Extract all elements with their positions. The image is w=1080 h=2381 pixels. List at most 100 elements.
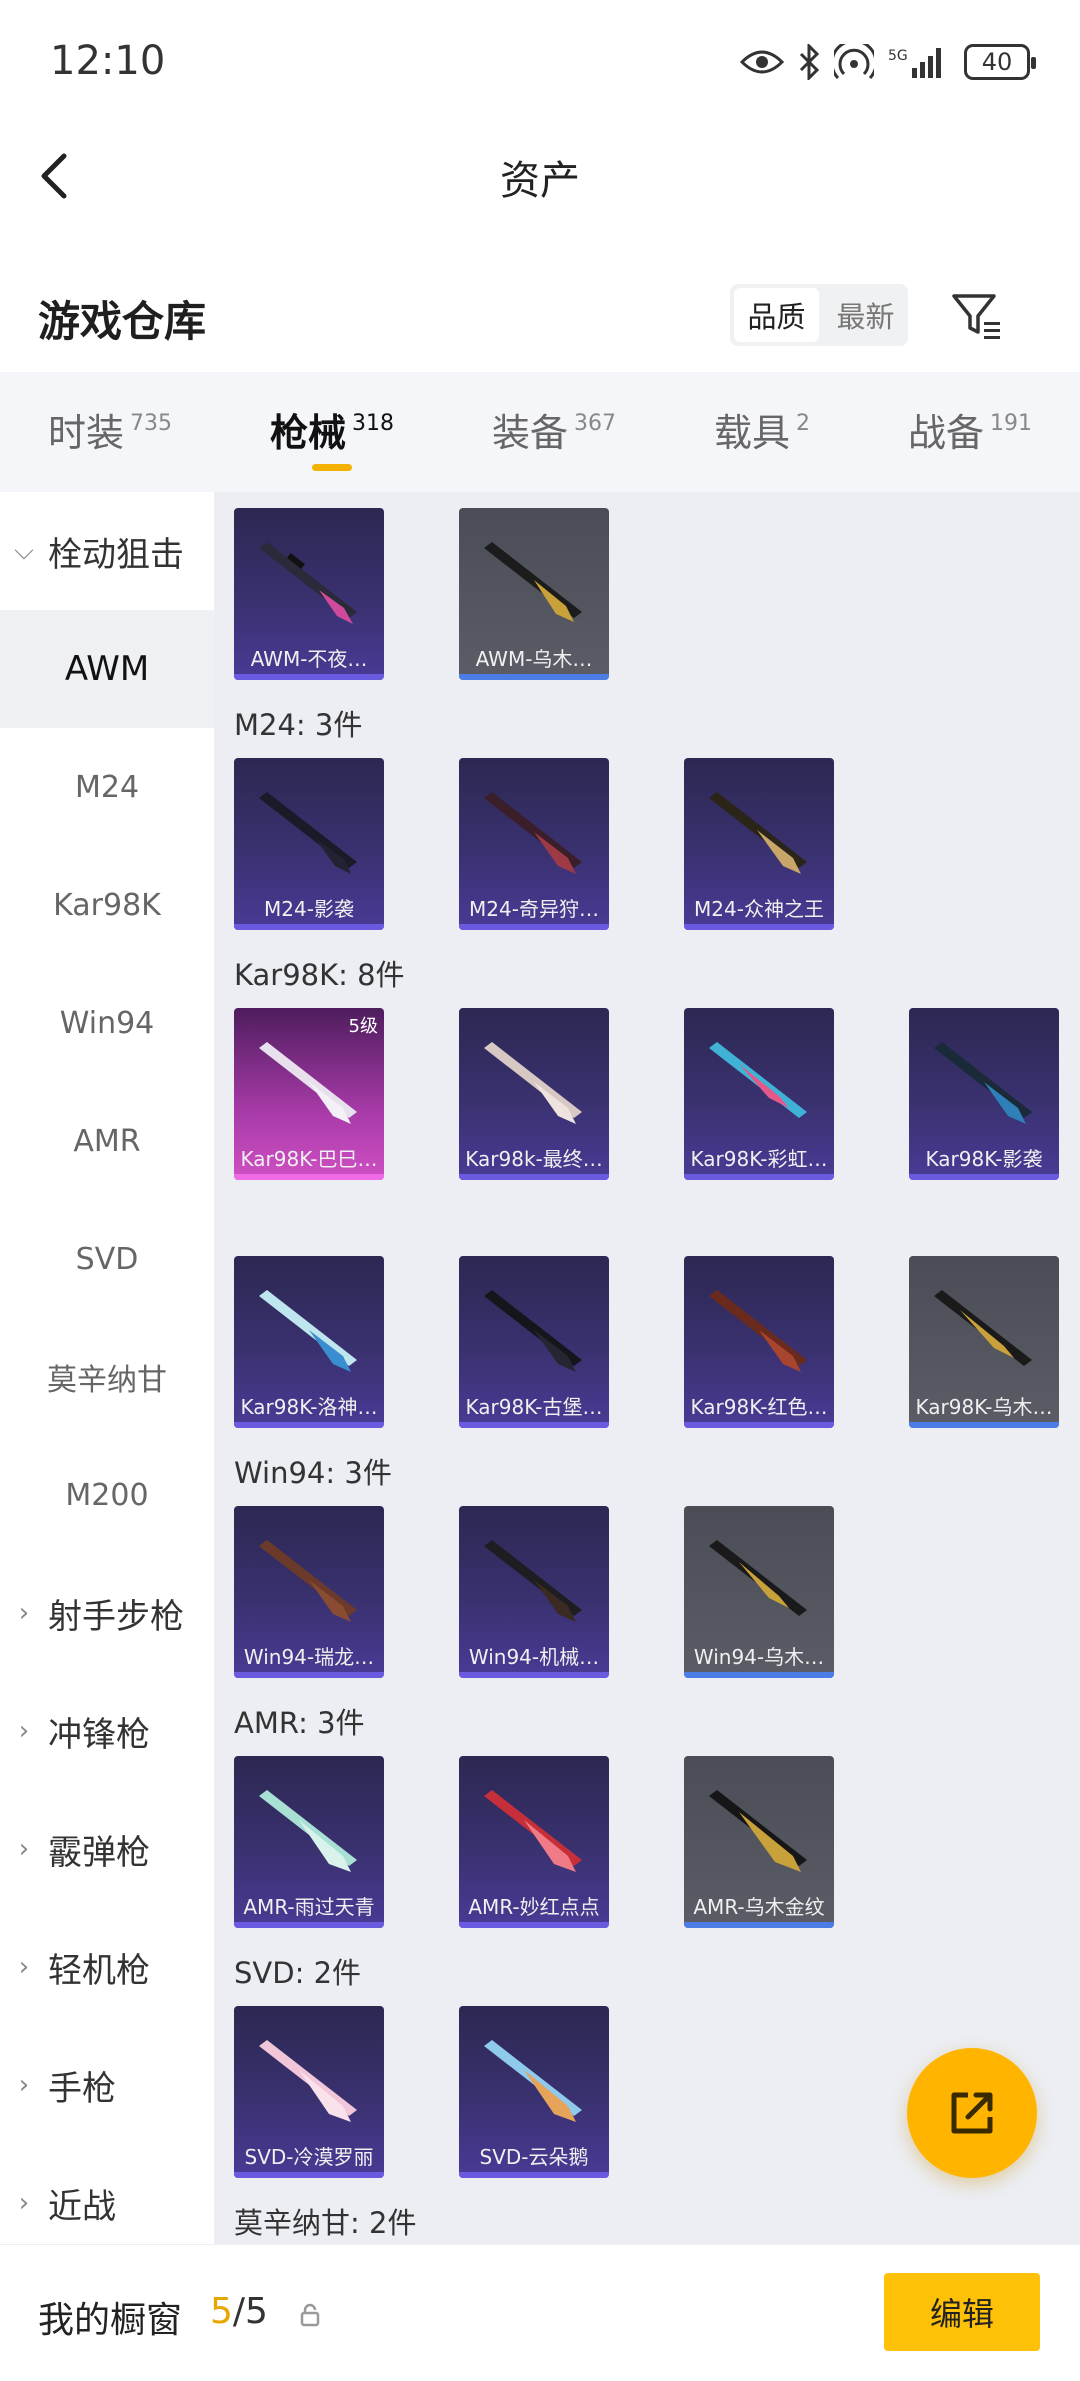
item-card-m24-3[interactable]: M24-众神之王 — [684, 758, 834, 930]
rifle-icon — [709, 1042, 807, 1118]
tab-label: 战备 — [908, 411, 985, 455]
rarity-bar — [684, 1672, 834, 1678]
sidebar-category-lmg[interactable]: › 轻机枪 — [0, 1908, 214, 2026]
tab-guns[interactable]: 枪械 318 — [270, 402, 394, 457]
item-card-kar98k-2[interactable]: Kar98k-最终… — [459, 1008, 609, 1180]
item-card-kar98k-1[interactable]: 5级 Kar98K-巴巳… — [234, 1008, 384, 1180]
group-label-svd: SVD: 2件 — [234, 1956, 362, 1990]
sidebar-category-shotgun[interactable]: › 霰弹枪 — [0, 1790, 214, 1908]
rifle-icon — [484, 1540, 582, 1622]
item-card-win94-3[interactable]: Win94-乌木… — [684, 1506, 834, 1678]
sidebar-category-bolt-action[interactable]: ⌵ 栓动狙击 — [0, 492, 214, 610]
tab-equipment[interactable]: 装备 367 — [492, 402, 616, 457]
tab-count: 367 — [574, 411, 617, 436]
sidebar-item-m200[interactable]: M200 — [0, 1436, 214, 1554]
edit-button[interactable]: 编辑 — [884, 2273, 1040, 2351]
rifle-icon — [934, 1290, 1032, 1366]
item-card-kar98k-5[interactable]: Kar98K-洛神… — [234, 1256, 384, 1428]
rarity-bar — [234, 1672, 384, 1678]
rifle-icon — [259, 1540, 357, 1622]
page-title: 资产 — [500, 158, 580, 204]
item-card-win94-2[interactable]: Win94-机械… — [459, 1506, 609, 1678]
item-card-kar98k-8[interactable]: Kar98K-乌木… — [909, 1256, 1059, 1428]
item-name: Kar98K-影袭 — [925, 1147, 1043, 1171]
rifle-icon — [934, 1042, 1032, 1124]
tab-vehicles[interactable]: 载具 2 — [714, 402, 810, 457]
rifle-icon — [259, 1790, 357, 1872]
item-card-kar98k-7[interactable]: Kar98K-红色… — [684, 1256, 834, 1428]
item-card-win94-1[interactable]: Win94-瑞龙… — [234, 1506, 384, 1678]
sidebar-category-smg[interactable]: › 冲锋枪 — [0, 1672, 214, 1790]
rifle-icon — [484, 1290, 582, 1372]
item-name: SVD-冷漠罗丽 — [244, 2145, 374, 2169]
chevron-right-icon: › — [18, 2188, 30, 2218]
sidebar-item-mosin[interactable]: 莫辛纳甘 — [0, 1318, 214, 1436]
sidebar-item-win94[interactable]: Win94 — [0, 964, 214, 1082]
item-card-awm-2[interactable]: AWM-乌木… — [459, 508, 609, 680]
subheader: 游戏仓库 品质 最新 — [0, 260, 1080, 370]
sidebar-category-dmr[interactable]: › 射手步枪 — [0, 1554, 214, 1672]
status-bar: 12:10 5G 40 — [0, 0, 1080, 126]
item-name: Win94-机械… — [468, 1645, 600, 1669]
rarity-bar — [459, 1922, 609, 1928]
tab-supplies[interactable]: 战备 191 — [908, 402, 1032, 457]
item-card-kar98k-3[interactable]: Kar98K-彩虹… — [684, 1008, 834, 1180]
sidebar-category-label: 栓动狙击 — [48, 534, 184, 575]
rarity-bar — [234, 2172, 384, 2178]
sidebar-item-amr[interactable]: AMR — [0, 1082, 214, 1200]
item-card-svd-1[interactable]: SVD-冷漠罗丽 — [234, 2006, 384, 2178]
share-icon — [951, 2092, 993, 2134]
item-name: Kar98K-彩虹… — [690, 1147, 828, 1171]
rarity-bar — [459, 1422, 609, 1428]
rifle-icon — [484, 2040, 582, 2122]
showcase-count: 5/5 — [210, 2291, 268, 2332]
hotspot-icon — [834, 44, 874, 80]
sidebar-item-kar98k[interactable]: Kar98K — [0, 846, 214, 964]
tab-count: 735 — [130, 411, 173, 436]
tab-count: 191 — [990, 411, 1033, 436]
item-card-awm-1[interactable]: AWM-不夜… — [234, 508, 384, 680]
category-tabs: 时装 735 枪械 318 装备 367 载具 2 战备 191 — [0, 372, 1080, 492]
chevron-right-icon: › — [18, 1834, 30, 1864]
tab-fashion[interactable]: 时装 735 — [48, 402, 172, 457]
item-card-svd-2[interactable]: SVD-云朵鹅 — [459, 2006, 609, 2178]
sidebar-category-label: 霰弹枪 — [48, 1832, 150, 1873]
rarity-bar — [909, 1174, 1059, 1180]
battery-level: 40 — [981, 48, 1013, 76]
sidebar-category-label: 近战 — [48, 2186, 116, 2227]
item-card-kar98k-6[interactable]: Kar98K-古堡… — [459, 1256, 609, 1428]
svg-text:5G: 5G — [888, 48, 908, 64]
item-card-m24-1[interactable]: M24-影袭 — [234, 758, 384, 930]
header: 资产 — [0, 126, 1080, 226]
rifle-icon — [709, 1540, 807, 1616]
eye-icon — [740, 50, 784, 74]
tab-label: 载具 — [714, 411, 791, 455]
item-name: AMR-妙红点点 — [468, 1895, 600, 1919]
sidebar-item-svd[interactable]: SVD — [0, 1200, 214, 1318]
sort-latest-button[interactable]: 最新 — [823, 284, 908, 346]
item-card-m24-2[interactable]: M24-奇异狩… — [459, 758, 609, 930]
rarity-bar — [234, 1922, 384, 1928]
sidebar-item-m24[interactable]: M24 — [0, 728, 214, 846]
sort-quality-button[interactable]: 品质 — [734, 288, 819, 342]
rarity-bar — [459, 674, 609, 680]
item-card-kar98k-4[interactable]: Kar98K-影袭 — [909, 1008, 1059, 1180]
item-card-amr-3[interactable]: AMR-乌木金纹 — [684, 1756, 834, 1928]
sidebar-item-awm[interactable]: AWM — [0, 610, 214, 728]
rarity-bar — [684, 1422, 834, 1428]
item-card-amr-1[interactable]: AMR-雨过天青 — [234, 1756, 384, 1928]
tab-label: 装备 — [492, 411, 569, 455]
rarity-bar — [459, 1174, 609, 1180]
share-fab[interactable] — [907, 2048, 1037, 2178]
sidebar-category-pistol[interactable]: › 手枪 — [0, 2026, 214, 2144]
filter-icon[interactable] — [950, 288, 1006, 344]
item-card-amr-2[interactable]: AMR-妙红点点 — [459, 1756, 609, 1928]
rifle-icon — [484, 542, 582, 622]
rifle-icon — [259, 2040, 357, 2122]
chevron-right-icon: › — [18, 1598, 30, 1628]
section-title: 游戏仓库 — [38, 297, 207, 346]
rifle-icon — [484, 1042, 582, 1124]
rifle-icon — [259, 1042, 357, 1124]
chevron-right-icon: › — [18, 1716, 30, 1746]
item-name: Win94-乌木… — [693, 1645, 825, 1669]
